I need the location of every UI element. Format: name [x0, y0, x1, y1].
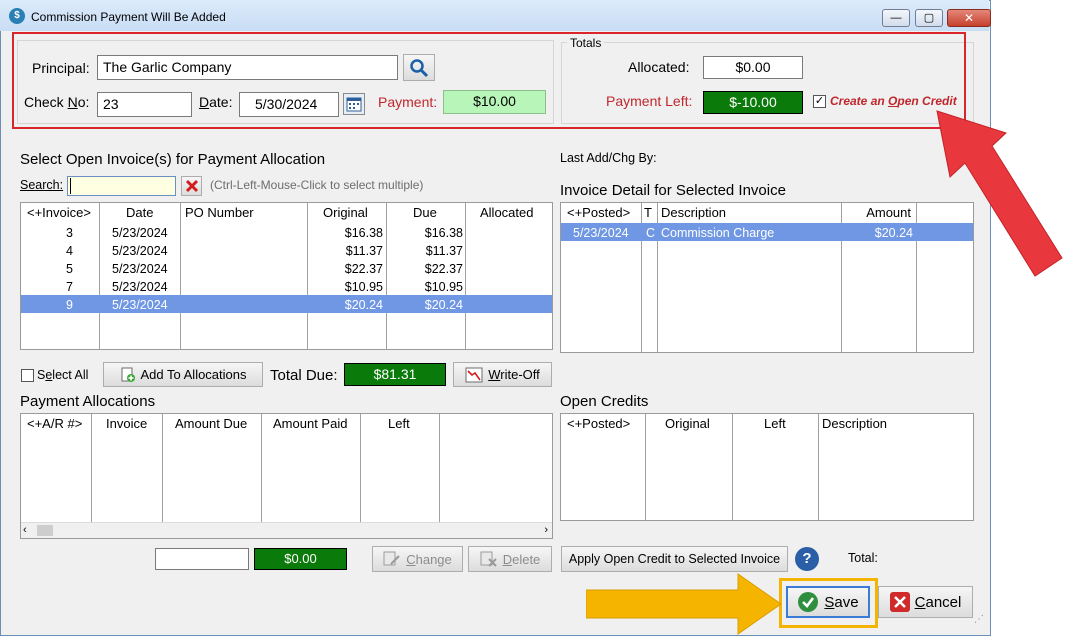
window-title: Commission Payment Will Be Added: [31, 10, 226, 24]
last-add-label: Last Add/Chg By:: [560, 151, 657, 165]
col-due[interactable]: Due: [413, 205, 437, 220]
check-circle-icon: [798, 592, 819, 612]
total-label: Total:: [848, 551, 878, 565]
col-date[interactable]: Date: [126, 205, 153, 220]
allocations-grid[interactable]: <+A/R #> Invoice Amount Due Amount Paid …: [20, 413, 553, 539]
col-posted[interactable]: <+Posted>: [567, 416, 630, 431]
select-all-checkbox[interactable]: [21, 369, 34, 382]
text-cursor: [70, 178, 71, 194]
apply-open-credit-button[interactable]: Apply Open Credit to Selected Invoice: [561, 546, 788, 572]
allocation-amount-input[interactable]: [155, 548, 249, 570]
delete-doc-icon: [480, 551, 497, 567]
highlight-box: [12, 32, 966, 129]
col-amount-paid[interactable]: Amount Paid: [273, 416, 347, 431]
invoice-grid[interactable]: <+Invoice> Date PO Number Original Due A…: [20, 202, 553, 350]
close-button[interactable]: ✕: [947, 9, 991, 27]
maximize-button[interactable]: ▢: [915, 9, 943, 27]
col-description[interactable]: Description: [822, 416, 887, 431]
chart-down-icon: [465, 367, 483, 382]
col-allocated[interactable]: Allocated: [480, 205, 533, 220]
allocation-green-value: $0.00: [254, 548, 347, 570]
col-original[interactable]: Original: [323, 205, 368, 220]
credits-grid[interactable]: <+Posted> Original Left Description: [560, 413, 974, 521]
detail-title: Invoice Detail for Selected Invoice: [560, 182, 786, 199]
allocations-title: Payment Allocations: [20, 393, 156, 410]
col-po-number[interactable]: PO Number: [185, 205, 254, 220]
scroll-thumb[interactable]: [37, 525, 53, 536]
col-amount-due[interactable]: Amount Due: [175, 416, 247, 431]
search-input[interactable]: [67, 176, 176, 196]
clear-search-button[interactable]: [181, 176, 202, 196]
horizontal-scrollbar[interactable]: ‹ ›: [21, 522, 552, 538]
cancel-button[interactable]: Cancel: [878, 586, 973, 618]
save-button[interactable]: Save: [786, 586, 870, 618]
delete-button[interactable]: Delete: [468, 546, 552, 572]
search-label: Search:: [20, 178, 64, 192]
col-amount[interactable]: Amount: [839, 205, 911, 220]
selected-row-highlight: [21, 295, 552, 313]
red-arrow-annotation: [936, 110, 1063, 277]
add-to-allocations-button[interactable]: Add To Allocations: [103, 362, 263, 387]
add-doc-icon: [121, 367, 135, 382]
col-invoice[interactable]: <+Invoice>: [27, 205, 91, 220]
resize-grip[interactable]: ⋰: [974, 614, 984, 625]
edit-icon: [383, 551, 400, 566]
col-left[interactable]: Left: [388, 416, 410, 431]
col-t[interactable]: T: [644, 205, 652, 220]
col-original[interactable]: Original: [665, 416, 710, 431]
col-description[interactable]: Description: [661, 205, 726, 220]
col-ar[interactable]: <+A/R #>: [27, 416, 82, 431]
total-due-value: $81.31: [344, 363, 446, 386]
total-due-label: Total Due:: [270, 367, 338, 384]
write-off-button[interactable]: Write-Off: [453, 362, 552, 387]
select-all-label: Select All: [37, 368, 89, 382]
col-posted[interactable]: <+Posted>: [567, 205, 630, 220]
col-left[interactable]: Left: [764, 416, 786, 431]
yellow-arrow-annotation: [586, 573, 782, 635]
credits-title: Open Credits: [560, 393, 649, 410]
search-hint: (Ctrl-Left-Mouse-Click to select multipl…: [210, 178, 424, 192]
invoices-title: Select Open Invoice(s) for Payment Alloc…: [20, 151, 326, 168]
cancel-x-icon: [889, 592, 910, 612]
detail-grid[interactable]: <+Posted> T Description Amount 5/23/2024…: [560, 202, 974, 353]
red-x-icon: [185, 179, 198, 193]
col-invoice[interactable]: Invoice: [106, 416, 147, 431]
minimize-button[interactable]: —: [882, 9, 910, 27]
change-button[interactable]: Change: [372, 546, 463, 572]
help-icon[interactable]: ?: [795, 547, 819, 571]
scroll-left-arrow[interactable]: ‹: [23, 524, 27, 536]
app-icon: $: [9, 8, 25, 24]
scroll-right-arrow[interactable]: ›: [544, 524, 548, 536]
